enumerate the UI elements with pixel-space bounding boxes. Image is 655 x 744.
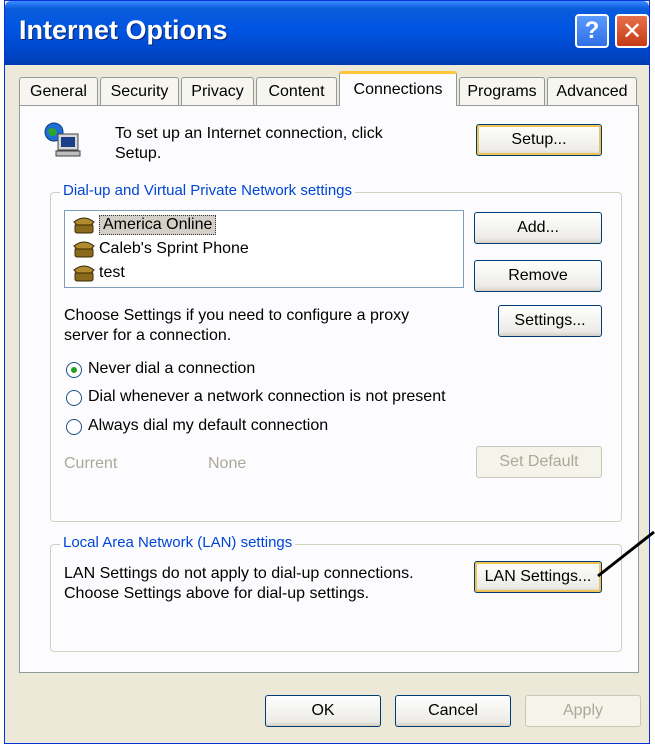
cancel-button[interactable]: Cancel [395,695,511,727]
connection-name: America Online [99,215,217,235]
title-bar[interactable]: Internet Options ? ✕ [5,1,649,65]
tab-general[interactable]: General [19,77,98,105]
help-button[interactable]: ? [575,14,609,48]
tab-advanced[interactable]: Advanced [547,77,637,105]
setup-button[interactable]: Setup... [476,124,602,156]
remove-button[interactable]: Remove [474,260,602,292]
proxy-description-line2: server for a connection. [64,327,232,344]
proxy-description-line1: Choose Settings if you need to configure… [64,307,410,324]
set-default-button[interactable]: Set Default [476,446,602,478]
current-label: Current [64,455,118,472]
connections-list[interactable]: America Online Caleb's Sprint Phone test [64,210,464,288]
radio-always-dial-label[interactable]: Always dial my default connection [88,417,328,435]
radio-never-dial-label[interactable]: Never dial a connection [88,360,255,378]
dialup-group-title: Dial-up and Virtual Private Network sett… [60,182,356,199]
tab-content[interactable]: Content [256,77,337,105]
radio-dial-whenever-label[interactable]: Dial whenever a network connection is no… [88,388,446,406]
connections-panel: To set up an Internet connection, click … [19,105,639,673]
lan-description-line1: LAN Settings do not apply to dial-up con… [64,565,414,582]
add-button[interactable]: Add... [474,212,602,244]
phone-icon [73,240,95,258]
annotation-pointer-line [597,530,655,578]
list-item[interactable]: test [73,261,125,285]
list-item[interactable]: America Online [73,213,217,237]
list-item[interactable]: Caleb's Sprint Phone [73,237,249,261]
tab-security[interactable]: Security [100,77,179,105]
current-value: None [208,455,247,472]
phone-icon [73,216,95,234]
lan-group-title: Local Area Network (LAN) settings [60,534,296,551]
settings-button[interactable]: Settings... [498,305,602,337]
setup-description-line1: To set up an Internet connection, click [115,125,383,142]
close-button[interactable]: ✕ [615,14,649,48]
radio-never-dial[interactable] [66,362,82,378]
globe-computer-icon [42,120,82,160]
connection-name: test [99,264,125,281]
internet-options-window: Internet Options ? ✕ General Security Pr… [4,0,650,744]
radio-always-dial[interactable] [66,419,82,435]
ok-button[interactable]: OK [265,695,381,727]
tab-privacy[interactable]: Privacy [181,77,254,105]
lan-description-line2: Choose Settings above for dial-up settin… [64,585,370,602]
apply-button[interactable]: Apply [525,695,641,727]
phone-icon [73,264,95,282]
tab-programs[interactable]: Programs [459,77,545,105]
window-title: Internet Options [19,15,228,45]
setup-description-line2: Setup. [115,145,162,162]
tab-connections[interactable]: Connections [339,71,457,106]
lan-settings-button[interactable]: LAN Settings... [474,561,602,593]
radio-dial-whenever[interactable] [66,390,82,406]
connection-name: Caleb's Sprint Phone [99,240,249,257]
